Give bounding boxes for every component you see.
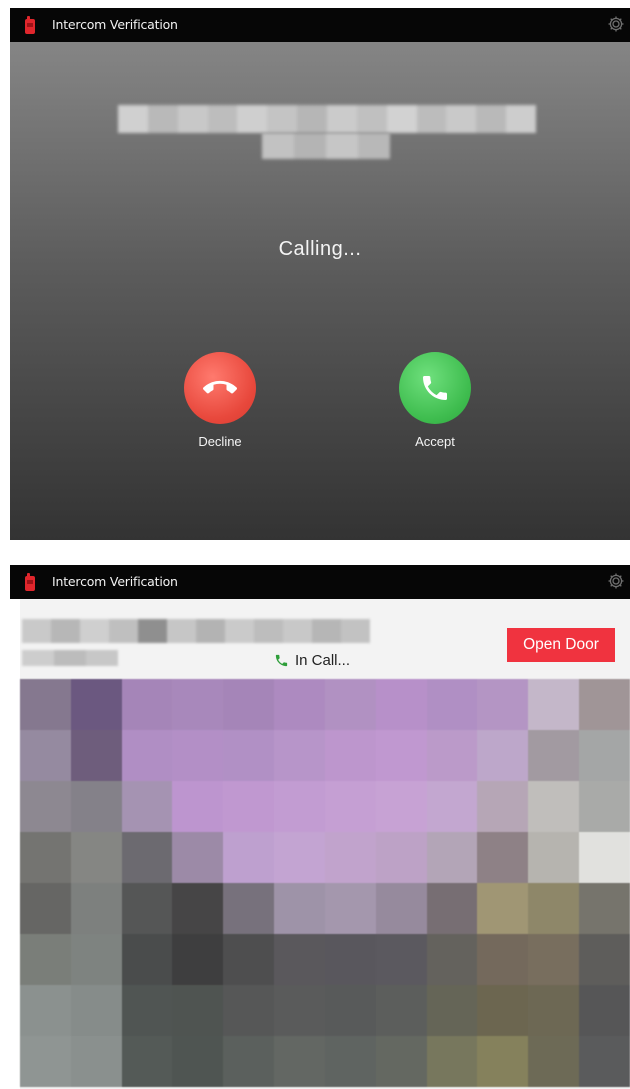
call-status-text: In Call... xyxy=(295,652,351,669)
title-bar: Intercom Verification xyxy=(10,8,630,42)
device-detail-obscured xyxy=(22,650,118,666)
caller-name-obscured xyxy=(118,105,537,133)
in-call-window: Intercom Verification In Call... Open Do… xyxy=(10,565,630,1089)
call-screen: Calling... Decline Accept xyxy=(10,42,630,540)
incoming-call-window: Intercom Verification Calling... Decline… xyxy=(10,8,630,540)
open-door-button[interactable]: Open Door xyxy=(507,628,615,662)
gear-icon[interactable] xyxy=(606,14,626,34)
window-title: Intercom Verification xyxy=(52,574,178,589)
intercom-app-icon xyxy=(25,573,35,591)
device-name-obscured xyxy=(22,619,370,643)
phone-icon xyxy=(423,376,447,400)
accept-button[interactable] xyxy=(399,352,471,424)
call-status: In Call... xyxy=(274,652,350,669)
call-status-text: Calling... xyxy=(278,238,362,260)
decline-label: Decline xyxy=(198,434,242,449)
intercom-app-icon xyxy=(25,16,35,34)
accept-label: Accept xyxy=(415,434,455,449)
window-edge xyxy=(10,599,20,1089)
video-feed xyxy=(20,679,630,1089)
title-bar: Intercom Verification xyxy=(10,565,630,599)
gear-icon[interactable] xyxy=(606,571,626,591)
call-info-bar: In Call... Open Door xyxy=(10,599,630,677)
window-title: Intercom Verification xyxy=(52,17,178,32)
phone-hangup-icon xyxy=(203,380,237,394)
phone-icon xyxy=(275,654,288,667)
caller-detail-obscured xyxy=(262,133,390,159)
decline-button[interactable] xyxy=(184,352,256,424)
